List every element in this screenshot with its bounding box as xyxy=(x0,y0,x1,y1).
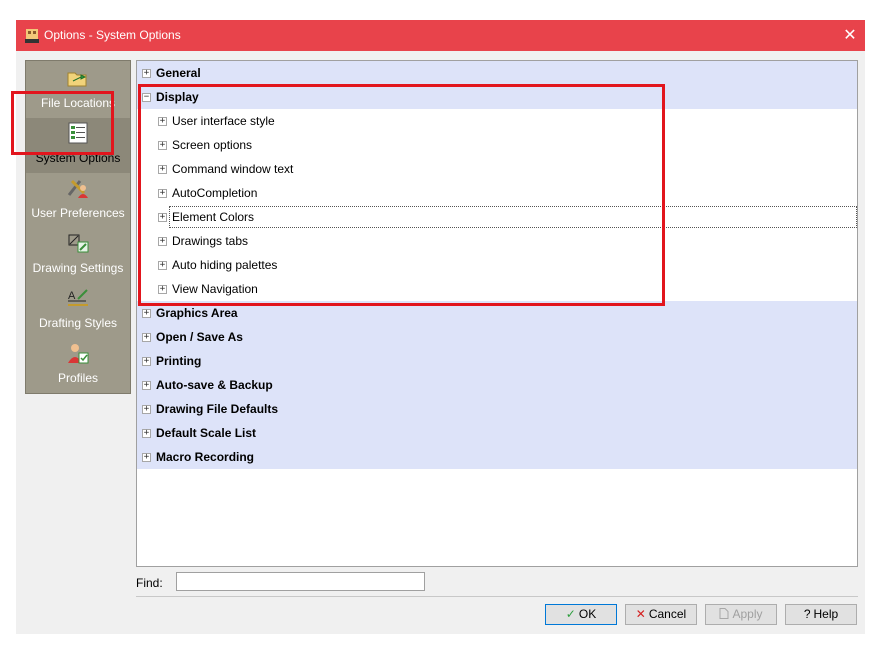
tree-section-label: General xyxy=(156,66,201,80)
tree-item-label: Drawings tabs xyxy=(172,234,249,248)
category-file-locations[interactable]: File Locations xyxy=(26,63,130,118)
category-label: Profiles xyxy=(57,371,98,385)
category-label: User Preferences xyxy=(31,206,125,220)
tree-section-label: Display xyxy=(156,90,199,104)
tree-item-label: AutoCompletion xyxy=(172,186,258,200)
tree-item-label: Auto hiding palettes xyxy=(172,258,278,272)
help-label: Help xyxy=(813,607,839,621)
tree-section-label: Drawing File Defaults xyxy=(156,402,279,416)
tree-section-display[interactable]: − Display xyxy=(137,85,857,109)
tree-section-macro-recording[interactable]: + Macro Recording xyxy=(137,445,857,469)
tree-item-auto-hiding-palettes[interactable]: + Auto hiding palettes xyxy=(137,253,857,277)
apply-button[interactable]: Apply xyxy=(705,604,777,625)
title-bar: Options - System Options ✕ xyxy=(16,20,865,51)
tree-item-screen-options[interactable]: + Screen options xyxy=(137,133,857,157)
cancel-x-icon: ✕ xyxy=(635,607,646,621)
apply-label: Apply xyxy=(732,607,763,621)
expand-icon[interactable]: + xyxy=(158,213,167,222)
tree-section-general[interactable]: + General xyxy=(137,61,857,85)
expand-icon[interactable]: + xyxy=(142,69,151,78)
expand-icon[interactable]: + xyxy=(142,405,151,414)
expand-icon[interactable]: + xyxy=(158,141,167,150)
tree-section-auto-save-backup[interactable]: + Auto-save & Backup xyxy=(137,373,857,397)
category-label: System Options xyxy=(35,151,121,165)
user-tools-icon xyxy=(67,179,88,198)
expand-icon[interactable]: + xyxy=(142,429,151,438)
profiles-icon xyxy=(68,344,89,364)
app-year-icon xyxy=(25,29,39,43)
tree-section-graphics-area[interactable]: + Graphics Area xyxy=(137,301,857,325)
expand-icon[interactable]: + xyxy=(158,261,167,270)
tree-item-label: Command window text xyxy=(172,162,294,176)
ok-button[interactable]: ✓ OK xyxy=(545,604,617,625)
focus-rectangle xyxy=(169,206,857,228)
category-system-options[interactable]: System Options xyxy=(26,118,130,173)
apply-document-icon xyxy=(719,608,729,619)
category-label: Drafting Styles xyxy=(38,316,118,330)
tree-section-open-save-as[interactable]: + Open / Save As xyxy=(137,325,857,349)
tree-item-label: View Navigation xyxy=(172,282,258,296)
tree-section-label: Printing xyxy=(156,354,202,368)
expand-icon[interactable]: + xyxy=(158,189,167,198)
tree-item-command-window-text[interactable]: + Command window text xyxy=(137,157,857,181)
checkmark-icon: ✓ xyxy=(565,607,576,621)
expand-icon[interactable]: + xyxy=(158,237,167,246)
tree-section-label: Macro Recording xyxy=(156,450,255,464)
tree-section-printing[interactable]: + Printing xyxy=(137,349,857,373)
help-button[interactable]: ? Help xyxy=(785,604,857,625)
close-button[interactable]: ✕ xyxy=(835,20,865,51)
tree-item-view-navigation[interactable]: + View Navigation xyxy=(137,277,857,301)
tree-item-label: Screen options xyxy=(172,138,253,152)
tree-item-element-colors[interactable]: + Element Colors xyxy=(137,205,857,229)
expand-icon[interactable]: + xyxy=(142,453,151,462)
cancel-button[interactable]: ✕ Cancel xyxy=(625,604,697,625)
system-list-icon xyxy=(68,122,88,144)
options-tree: + General − Display + User interface sty… xyxy=(136,60,858,567)
tree-section-label: Graphics Area xyxy=(156,306,238,320)
svg-text:A: A xyxy=(68,290,76,302)
tree-item-label: User interface style xyxy=(172,114,275,128)
expand-icon[interactable]: + xyxy=(142,333,151,342)
tree-item-label: Element Colors xyxy=(172,210,255,224)
category-label: Drawing Settings xyxy=(32,261,124,275)
expand-icon[interactable]: + xyxy=(142,309,151,318)
drafting-styles-icon: A xyxy=(68,289,88,306)
cancel-label: Cancel xyxy=(648,607,687,621)
tree-item-drawings-tabs[interactable]: + Drawings tabs xyxy=(137,229,857,253)
expand-icon[interactable]: + xyxy=(158,117,167,126)
tree-item-user-interface-style[interactable]: + User interface style xyxy=(137,109,857,133)
category-drawing-settings[interactable]: Drawing Settings xyxy=(26,228,130,283)
find-label: Find: xyxy=(136,576,163,590)
expand-icon[interactable]: + xyxy=(142,381,151,390)
window-title: Options - System Options xyxy=(44,28,181,42)
close-icon: ✕ xyxy=(843,27,857,44)
drawing-settings-icon xyxy=(68,234,89,253)
category-drafting-styles[interactable]: A Drafting Styles xyxy=(26,283,130,338)
category-user-preferences[interactable]: User Preferences xyxy=(26,173,130,228)
tree-section-default-scale-list[interactable]: + Default Scale List xyxy=(137,421,857,445)
tree-item-autocompletion[interactable]: + AutoCompletion xyxy=(137,181,857,205)
ok-label: OK xyxy=(578,607,597,621)
divider xyxy=(136,596,858,597)
expand-icon[interactable]: + xyxy=(142,357,151,366)
expand-icon[interactable]: + xyxy=(158,285,167,294)
options-dialog: Options - System Options ✕ File Location… xyxy=(16,20,865,634)
help-icon: ? xyxy=(803,607,811,621)
category-label: File Locations xyxy=(40,96,116,110)
find-input[interactable] xyxy=(176,572,425,591)
folder-arrow-icon xyxy=(67,72,87,87)
category-profiles[interactable]: Profiles xyxy=(26,338,130,393)
expand-icon[interactable]: + xyxy=(158,165,167,174)
tree-section-label: Open / Save As xyxy=(156,330,243,344)
tree-section-label: Auto-save & Backup xyxy=(156,378,273,392)
category-panel: File Locations System Options User Prefe… xyxy=(25,60,131,394)
collapse-icon[interactable]: − xyxy=(142,93,151,102)
tree-section-label: Default Scale List xyxy=(156,426,257,440)
tree-section-drawing-file-defaults[interactable]: + Drawing File Defaults xyxy=(137,397,857,421)
